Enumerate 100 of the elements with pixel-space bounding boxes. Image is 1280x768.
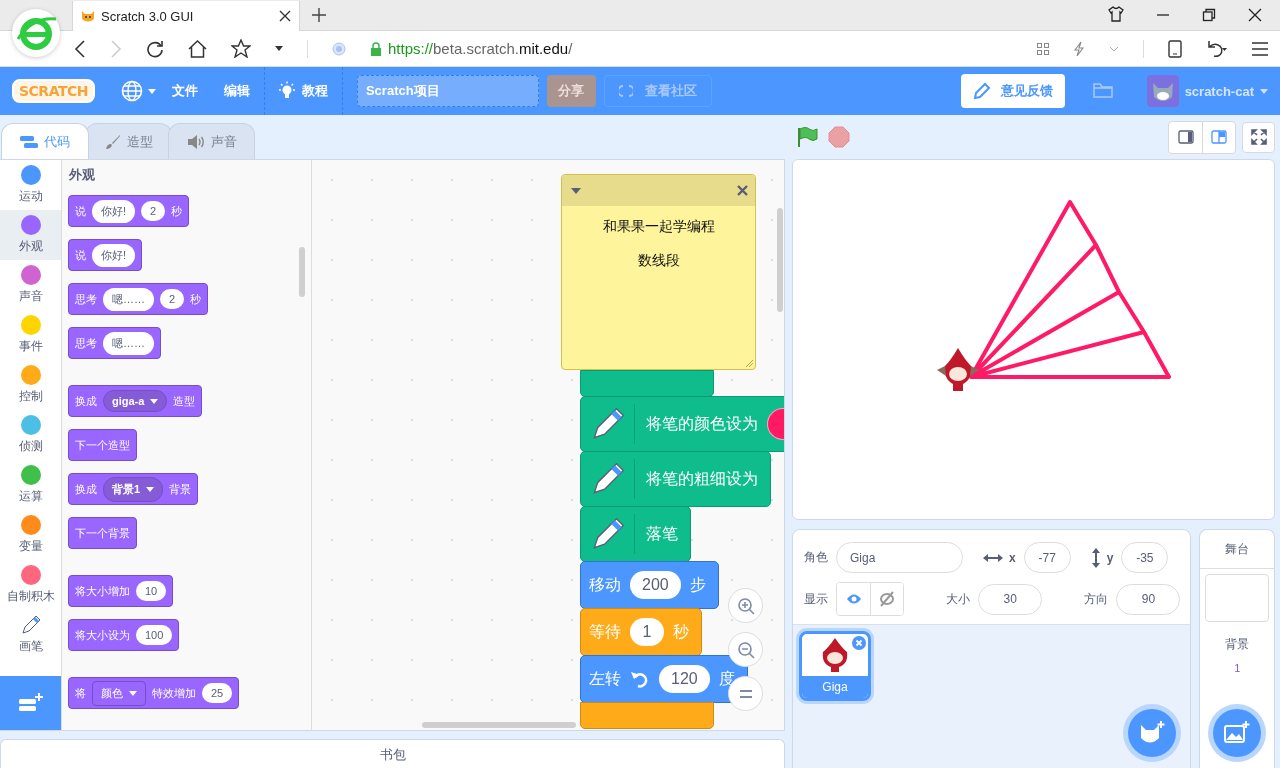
qr-code-icon[interactable] xyxy=(1037,42,1049,55)
delete-icon[interactable] xyxy=(852,636,866,650)
block-input[interactable]: 2 xyxy=(141,201,166,221)
close-icon[interactable] xyxy=(279,10,291,22)
block-input[interactable]: 10 xyxy=(136,581,167,601)
stage-label: 舞台 xyxy=(1200,530,1274,569)
pencil-icon xyxy=(972,82,991,100)
code-block[interactable]: 下一个造型 xyxy=(68,429,137,461)
block-input[interactable]: 120 xyxy=(659,665,710,693)
block-text: 步 xyxy=(689,574,706,595)
category-item[interactable]: 画笔 xyxy=(0,610,61,660)
sticky-note[interactable]: 和果果一起学编程 数线段 xyxy=(561,174,756,370)
chevron-down-icon[interactable] xyxy=(1109,45,1119,52)
stage-thumbnail[interactable] xyxy=(1205,574,1270,622)
code-block[interactable]: 换成 背景1 背景 xyxy=(68,473,199,505)
block-text: 秒 xyxy=(171,205,183,217)
block-text: 将笔的颜色设为 xyxy=(646,413,758,434)
code-block[interactable]: 将 颜色 特效增加 25 xyxy=(68,677,240,709)
url-field[interactable]: https://beta.scratch.mit.edu/ xyxy=(388,40,573,57)
code-block[interactable]: 思考 嗯…… xyxy=(68,327,161,359)
category-item[interactable]: 事件 xyxy=(0,310,61,360)
code-block[interactable]: 换成 giga-a 造型 xyxy=(68,385,203,417)
collapse-icon[interactable] xyxy=(571,187,581,194)
zoom-in-button[interactable] xyxy=(728,588,763,623)
cat-plus-icon xyxy=(1139,721,1166,745)
block-input[interactable]: 25 xyxy=(202,683,233,703)
browser-tab[interactable]: Scratch 3.0 GUI xyxy=(72,1,300,31)
star-icon[interactable] xyxy=(231,39,251,58)
category-item[interactable]: 外观 xyxy=(0,210,61,260)
block-dropdown[interactable]: giga-a xyxy=(103,390,168,412)
reload-icon[interactable] xyxy=(146,39,164,58)
block-text: 将笔的粗细设为 xyxy=(646,468,758,489)
language-menu[interactable] xyxy=(120,80,156,102)
code-block[interactable]: 下一个背景 xyxy=(68,517,137,549)
block-dropdown[interactable]: 颜色 xyxy=(92,680,146,706)
backpack-bar[interactable]: 书包 xyxy=(0,739,785,768)
zoom-out-button[interactable] xyxy=(728,632,763,667)
scrollbar[interactable] xyxy=(777,208,783,312)
hide-button[interactable] xyxy=(870,583,903,615)
folder-icon[interactable] xyxy=(1092,83,1113,99)
sprite-name-field[interactable]: Giga xyxy=(836,542,963,573)
code-block[interactable]: 说 你好! 2 秒 xyxy=(68,195,190,227)
category-item[interactable]: 运算 xyxy=(0,460,61,510)
block-input[interactable]: 2 xyxy=(160,289,185,309)
caret-icon[interactable] xyxy=(275,46,283,51)
undo-icon[interactable] xyxy=(1206,39,1228,58)
flag-icon[interactable] xyxy=(796,126,818,148)
scrollbar[interactable] xyxy=(299,247,305,297)
lock-icon xyxy=(370,41,382,56)
code-block[interactable]: 将大小增加 10 xyxy=(68,575,174,607)
block-input[interactable]: 你好! xyxy=(92,243,136,267)
restore-icon[interactable] xyxy=(1202,8,1216,22)
code-block[interactable]: 思考 嗯…… 2 秒 xyxy=(68,283,209,315)
block-text: 思考 xyxy=(75,337,97,349)
close-icon[interactable] xyxy=(1248,8,1262,22)
field-label: x xyxy=(1009,550,1016,565)
back-icon[interactable] xyxy=(74,39,86,58)
home-icon[interactable] xyxy=(188,39,207,58)
stop-icon[interactable] xyxy=(828,126,850,148)
category-item[interactable]: 控制 xyxy=(0,360,61,410)
category-item[interactable]: 运动 xyxy=(0,160,61,210)
code-block[interactable]: 等待 1 秒 xyxy=(580,608,702,656)
code-block[interactable]: 左转 120 度 xyxy=(580,655,748,703)
x-field[interactable]: -77 xyxy=(1023,542,1071,573)
site-info-icon[interactable] xyxy=(332,41,346,56)
block-input[interactable]: 嗯…… xyxy=(103,287,154,311)
sprite-figure xyxy=(937,348,979,391)
hidden-eye-icon xyxy=(879,591,895,607)
speaker-icon xyxy=(186,134,205,149)
y-field[interactable]: -35 xyxy=(1121,542,1169,573)
caret-icon xyxy=(1260,88,1268,94)
block-dropdown[interactable]: 背景1 xyxy=(103,476,164,502)
block-input[interactable]: 100 xyxy=(136,625,173,645)
lightning-icon[interactable] xyxy=(1073,40,1085,57)
block-input[interactable]: 你好! xyxy=(92,199,136,223)
block-text: 将大小设为 xyxy=(75,629,130,641)
new-tab-icon[interactable] xyxy=(312,8,326,22)
resize-handle-icon[interactable] xyxy=(745,359,753,367)
category-item[interactable]: 变量 xyxy=(0,510,61,560)
code-block[interactable]: 移动 200 步 xyxy=(580,561,719,609)
rotate-left-icon xyxy=(630,669,650,689)
category-item[interactable]: 自制积木 xyxy=(0,560,61,610)
shirt-icon[interactable] xyxy=(1108,6,1124,22)
size-field[interactable]: 30 xyxy=(978,583,1043,615)
phone-icon[interactable] xyxy=(1168,39,1182,58)
direction-field[interactable]: 90 xyxy=(1116,583,1181,615)
add-extension-button[interactable] xyxy=(0,676,61,730)
extension-icon xyxy=(18,693,43,713)
code-block[interactable]: 将大小设为 100 xyxy=(68,619,180,651)
fullscreen-button[interactable] xyxy=(1242,121,1275,153)
category-item[interactable]: 声音 xyxy=(0,260,61,310)
menu-icon[interactable] xyxy=(1252,41,1268,56)
scrollbar[interactable] xyxy=(422,722,576,728)
code-block[interactable]: 说 你好! xyxy=(68,239,143,271)
block-text: 秒 xyxy=(190,293,202,305)
pen-icon xyxy=(591,517,625,551)
block-input[interactable]: 嗯…… xyxy=(103,331,154,355)
category-item[interactable]: 侦测 xyxy=(0,410,61,460)
block-input[interactable]: 1 xyxy=(630,618,664,646)
block-input[interactable]: 200 xyxy=(630,571,681,599)
